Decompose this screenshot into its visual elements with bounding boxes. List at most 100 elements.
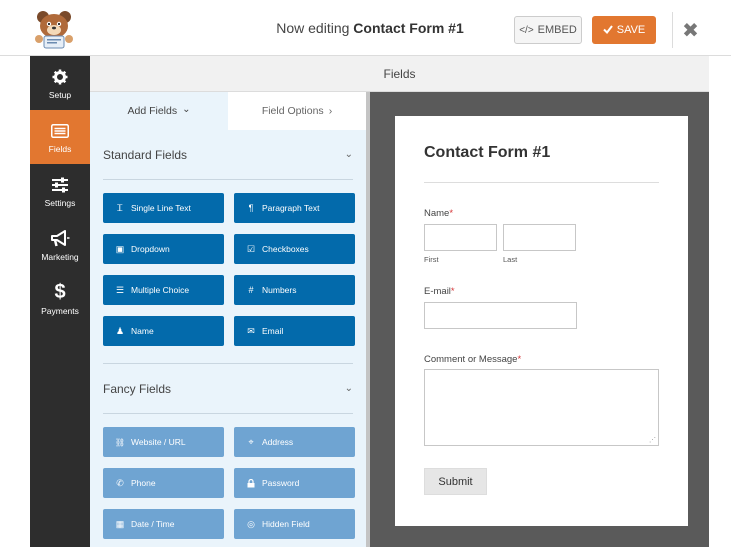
standard-fields-grid: Ꮖ Single Line Text ¶ Paragraph Text ▣ Dropd… [103,193,355,346]
comment-label-text: Comment or Message [424,354,518,365]
list-icon [51,121,69,141]
user-icon: ♟ [115,325,125,336]
first-sublabel: First [424,255,439,264]
comment-label: Comment or Message* [424,354,521,365]
megaphone-icon [50,229,70,249]
lock-icon [246,478,256,488]
name-label: Name* [424,208,453,219]
field-button-paragraph-text[interactable]: ¶ Paragraph Text [234,193,355,223]
top-bar: Now editing Contact Form #1 </> EMBED SA… [0,0,731,56]
sidebar-item-fields[interactable]: Fields [30,110,90,164]
resize-handle-icon: ⋰ [649,437,656,444]
field-button-label: Hidden Field [262,519,310,529]
sidebar-label-setup: Setup [48,89,72,100]
field-button-numbers[interactable]: # Numbers [234,275,355,305]
name-label-text: Name [424,208,450,219]
field-button-multiple-choice[interactable]: ☰ Multiple Choice [103,275,224,305]
sliders-icon [51,175,69,195]
field-button-website-url[interactable]: ⛓ Website / URL [103,427,224,457]
link-icon: ⛓ [114,437,126,447]
standard-fields-header[interactable]: Standard Fields ⌄ [103,130,353,180]
email-input[interactable] [424,302,577,329]
comment-textarea[interactable]: ⋰ [424,369,659,446]
field-button-label: Dropdown [131,244,170,254]
last-sublabel: Last [503,255,518,264]
field-button-label: Email [262,326,284,336]
save-label: SAVE [616,24,646,36]
field-button-email[interactable]: ✉ Email [234,316,355,346]
field-button-label: Name [131,326,154,336]
form-preview: Contact Form #1 Name* First Last E-mail*… [395,116,688,526]
field-button-label: Password [262,478,300,488]
paragraph-icon: ¶ [248,203,254,213]
close-button[interactable]: ✖ [672,12,708,48]
sidebar-item-payments[interactable]: $ Payments [30,272,90,326]
field-button-address[interactable]: ⌖ Address [234,427,355,457]
form-title: Contact Form #1 [424,144,551,161]
phone-icon: ✆ [116,477,124,488]
form-divider [424,182,659,183]
field-button-date-time[interactable]: ▦ Date / Time [103,509,224,539]
last-name-input[interactable] [503,224,576,251]
form-builder-app: Now editing Contact Form #1 </> EMBED SA… [0,0,731,547]
tab-field-options[interactable]: Field Options › [228,92,366,130]
required-mark: * [450,286,455,297]
field-button-label: Website / URL [131,437,186,447]
field-button-hidden-field[interactable]: ◎ Hidden Field [234,509,355,539]
field-button-checkboxes[interactable]: ☑ Checkboxes [234,234,355,264]
list-icon: ☰ [115,284,125,295]
panel-tabs: Add Fields ⌄ Field Options › [90,92,366,130]
tab-add-fields[interactable]: Add Fields ⌄ [90,92,228,130]
field-button-label: Phone [131,478,156,488]
field-button-label: Date / Time [131,519,175,529]
sidebar-label-settings: Settings [44,197,76,208]
field-button-label: Multiple Choice [131,285,190,295]
chevron-down-icon: ⌄ [344,383,353,394]
field-button-name[interactable]: ♟ Name [103,316,224,346]
submit-button[interactable]: Submit [424,468,487,495]
chevron-right-icon: › [328,105,333,117]
sidebar-label-marketing: Marketing [41,251,79,262]
field-button-phone[interactable]: ✆ Phone [103,468,224,498]
hash-icon: # [248,285,254,295]
field-button-password[interactable]: Password [234,468,355,498]
calendar-icon: ▦ [115,518,125,529]
editing-prefix: Now editing [276,20,350,36]
chevron-down-icon: ⌄ [182,103,191,115]
save-button[interactable]: SAVE [592,16,656,44]
sidebar-item-setup[interactable]: Setup [30,56,90,110]
field-button-label: Checkboxes [262,244,309,254]
wpforms-logo [30,9,78,49]
embed-button[interactable]: </> EMBED [514,16,582,44]
sidebar-item-settings[interactable]: Settings [30,164,90,218]
code-icon: </> [519,24,534,36]
gear-icon [52,67,68,87]
sidebar-item-marketing[interactable]: Marketing [30,218,90,272]
close-icon: ✖ [682,19,699,42]
sidebar-label-payments: Payments [41,305,79,316]
tab-add-fields-label: Add Fields [127,105,178,117]
field-button-dropdown[interactable]: ▣ Dropdown [103,234,224,264]
tab-field-options-label: Field Options [261,105,324,117]
fancy-fields-title: Fancy Fields [103,381,172,396]
editing-form-name: Contact Form #1 [353,20,464,36]
dollar-icon: $ [54,281,66,303]
chevron-down-icon: ⌄ [344,149,353,160]
required-mark: * [517,354,522,365]
section-divider [103,346,353,364]
fancy-fields-header[interactable]: Fancy Fields ⌄ [103,364,353,414]
fields-header: Fields [90,56,709,92]
first-name-input[interactable] [424,224,497,251]
text-icon: Ꮖ [117,202,123,213]
checkbox-icon: ☑ [246,243,256,254]
embed-label: EMBED [537,24,577,36]
field-button-single-line-text[interactable]: Ꮖ Single Line Text [103,193,224,223]
email-label-text: E-mail [424,286,451,297]
field-button-label: Address [262,437,294,447]
check-icon [603,24,613,37]
builder-sidebar: Setup Fields Settings Marketing $ Paymen… [30,56,90,547]
eye-slash-icon: ◎ [247,518,255,529]
standard-fields-title: Standard Fields [103,147,188,162]
fields-panel: Add Fields ⌄ Field Options › Standard Fi… [90,92,366,547]
envelope-icon: ✉ [247,325,255,336]
